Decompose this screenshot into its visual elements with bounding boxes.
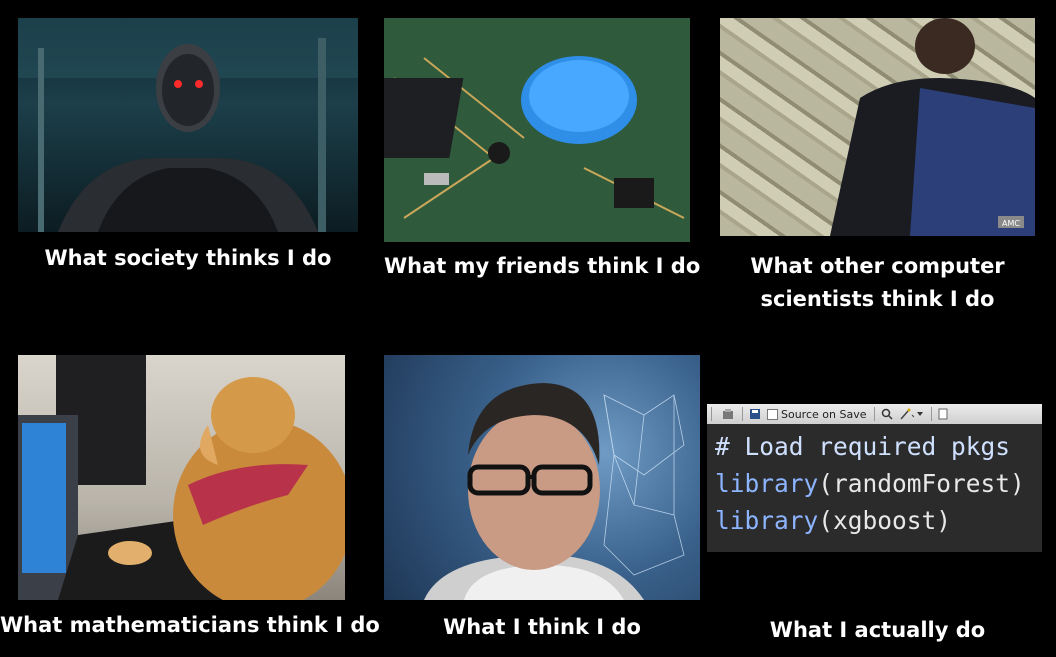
open-file-icon[interactable]	[722, 408, 734, 420]
source-on-save-toggle[interactable]: Source on Save	[767, 408, 866, 421]
caption-other-cs-line1: What other computer	[750, 254, 1005, 278]
caption-actually: What I actually do	[769, 618, 986, 642]
toolbar-separator	[742, 407, 743, 421]
money-bed-image: AMC	[720, 18, 1035, 236]
toolbar-separator	[711, 407, 712, 421]
code-comment: # Load required pkgs	[715, 432, 1011, 461]
amc-watermark: AMC	[1002, 219, 1020, 228]
terminator-image	[18, 18, 358, 232]
code-argument: (randomForest)	[818, 469, 1025, 498]
save-icon[interactable]	[749, 408, 761, 420]
toolbar-separator	[874, 407, 876, 421]
code-area[interactable]: # Load required pkgs library(randomFores…	[715, 428, 1025, 539]
chevron-down-icon[interactable]	[917, 411, 924, 417]
caption-other-cs-line2: scientists think I do	[760, 287, 995, 311]
caption-friends: What my friends think I do	[384, 254, 701, 278]
man-portrait-image	[384, 355, 700, 600]
code-function: library	[715, 506, 819, 535]
toolbar-separator	[931, 407, 933, 421]
caption-i-think: What I think I do	[443, 615, 641, 639]
code-function: library	[715, 469, 819, 498]
source-on-save-label: Source on Save	[781, 407, 867, 421]
caption-mathematicians: What mathematicians think I do	[0, 613, 380, 637]
page-icon[interactable]	[938, 408, 948, 420]
dog-computer-image	[18, 355, 345, 600]
caption-society: What society thinks I do	[44, 246, 332, 270]
editor-toolbar: Source on Save	[707, 404, 1042, 424]
magic-wand-icon[interactable]	[899, 408, 915, 420]
code-editor: Source on Save # Load required pkgs libr…	[707, 404, 1042, 552]
search-icon[interactable]	[881, 408, 894, 420]
code-argument: (xgboost)	[818, 506, 952, 535]
brain-circuit-image	[384, 18, 690, 242]
source-on-save-checkbox[interactable]	[767, 408, 778, 420]
